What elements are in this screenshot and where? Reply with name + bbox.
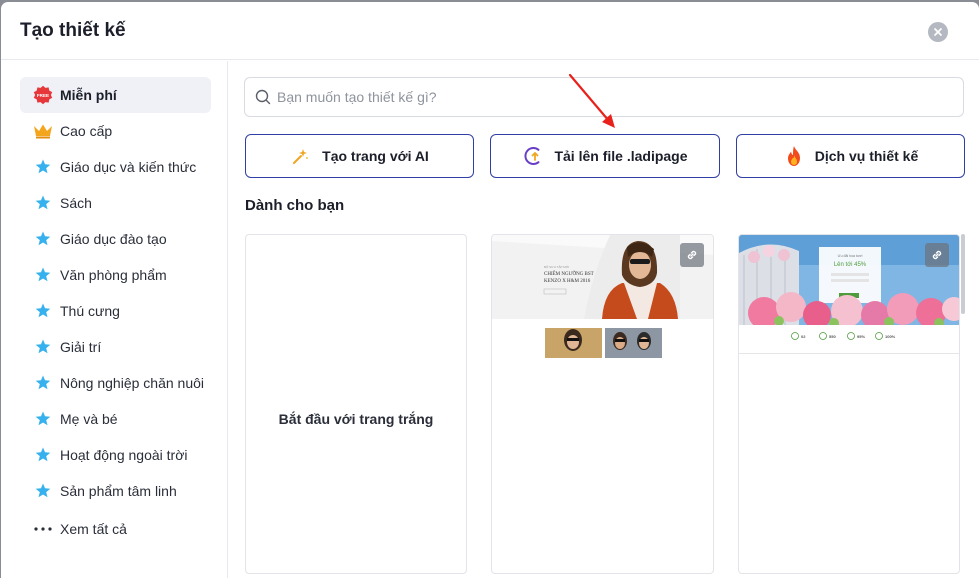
sidebar-item-label: Văn phòng phẩm (60, 267, 167, 283)
star-icon (32, 192, 54, 214)
sidebar-item-me-va-be[interactable]: Mẹ và bé (20, 401, 211, 437)
sidebar-item-cao-cap[interactable]: Cao cấp (20, 113, 211, 149)
free-badge-text: FREE (37, 93, 49, 98)
sidebar-item-label: Hoạt động ngoài trời (60, 447, 188, 463)
free-badge-icon: FREE (32, 84, 54, 106)
create-with-ai-button[interactable]: Tạo trang với AI (245, 134, 474, 178)
link-icon (932, 250, 942, 260)
sidebar-item-label: Mẹ và bé (60, 411, 118, 427)
sidebar-item-thu-cung[interactable]: Thú cưng (20, 293, 211, 329)
fire-icon (783, 145, 805, 167)
sidebar-item-label: Cao cấp (60, 123, 113, 139)
sidebar-item-label: Sản phẩm tâm linh (60, 483, 177, 499)
star-icon (32, 264, 54, 286)
link-button[interactable] (680, 243, 704, 267)
template-card-fashion[interactable]: BỘ SƯU TẬP MỚI CHIÊM NGƯỠNG BST KENZO X … (491, 234, 714, 574)
flower-stat: 100% (885, 334, 896, 339)
sidebar-item-label: Giáo dục và kiến thức (60, 159, 197, 175)
design-service-label: Dịch vụ thiết kế (814, 148, 919, 164)
content-scrollbar[interactable] (961, 234, 965, 314)
star-icon (32, 336, 54, 358)
main-content: Tạo trang với AI Tải lên file .ladipage … (229, 61, 979, 578)
search-input[interactable] (277, 89, 937, 105)
sidebar-item-san-pham-tam-linh[interactable]: Sản phẩm tâm linh (20, 473, 211, 509)
link-button[interactable] (925, 243, 949, 267)
fashion-headline-1: CHIÊM NGƯỠNG BST (544, 271, 594, 277)
close-icon (934, 28, 942, 36)
section-title: Dành cho bạn (245, 197, 345, 214)
modal-title: Tạo thiết kế (20, 20, 126, 41)
design-service-button[interactable]: Dịch vụ thiết kế (736, 134, 965, 178)
modal-header: Tạo thiết kế (1, 2, 979, 60)
star-icon (32, 300, 54, 322)
close-button[interactable] (928, 22, 948, 42)
link-icon (687, 250, 697, 260)
sidebar-item-mien-phi[interactable]: FREE Miễn phí (20, 77, 211, 113)
flower-subheading: Ưu đãi hoa tươi (838, 254, 863, 258)
blank-template-card[interactable]: Bắt đầu với trang trắng (245, 234, 467, 574)
more-dots-icon (32, 518, 54, 540)
sparkle-wand-icon (290, 145, 312, 167)
star-icon (32, 156, 54, 178)
star-icon (32, 444, 54, 466)
category-sidebar: FREE Miễn phí Cao cấp Giáo dục và kiến t… (1, 61, 228, 578)
sidebar-item-giao-duc-dao-tao[interactable]: Giáo dục đào tạo (20, 221, 211, 257)
sidebar-item-sach[interactable]: Sách (20, 185, 211, 221)
search-box[interactable] (244, 77, 964, 117)
sidebar-item-xem-tat-ca[interactable]: Xem tất cả (20, 511, 211, 547)
sidebar-item-label: Sách (60, 195, 92, 211)
sidebar-item-giai-tri[interactable]: Giải trí (20, 329, 211, 365)
upload-ladipage-label: Tải lên file .ladipage (554, 148, 688, 164)
sidebar-item-label: Nông nghiệp chăn nuôi (60, 375, 205, 391)
upload-icon (522, 145, 544, 167)
sidebar-item-label: Thú cưng (60, 303, 120, 319)
search-icon (255, 89, 271, 105)
star-icon (32, 228, 54, 250)
sidebar-item-nong-nghiep-chan-nuoi[interactable]: Nông nghiệp chăn nuôi (20, 365, 211, 401)
fashion-subtitle: BỘ SƯU TẬP MỚI (544, 264, 569, 269)
sidebar-item-hoat-dong-ngoai-troi[interactable]: Hoạt động ngoài trời (20, 437, 211, 473)
sidebar-item-van-phong-pham[interactable]: Văn phòng phẩm (20, 257, 211, 293)
sidebar-item-label: Xem tất cả (60, 521, 127, 537)
star-icon (32, 480, 54, 502)
sidebar-item-giao-duc-va-kien-thuc[interactable]: Giáo dục và kiến thức (20, 149, 211, 185)
flower-stat: 95% (857, 334, 865, 339)
create-design-modal: Tạo thiết kế FREE Miễn phí Cao cấp Giáo … (1, 2, 979, 578)
sidebar-item-label: Giáo dục đào tạo (60, 231, 167, 247)
star-icon (32, 372, 54, 394)
crown-icon (32, 120, 54, 142)
blank-template-label: Bắt đầu với trang trắng (278, 411, 434, 427)
flower-heading: Lên tới 45% (834, 262, 867, 268)
flower-stat: 550 (829, 334, 836, 339)
sidebar-item-label: Miễn phí (60, 87, 117, 103)
star-icon (32, 408, 54, 430)
fashion-headline-2: KENZO X H&M 2016 (544, 279, 591, 284)
upload-ladipage-button[interactable]: Tải lên file .ladipage (490, 134, 720, 178)
flower-stat: 02 (801, 334, 806, 339)
template-card-flower[interactable]: Ưu đãi hoa tươi Lên tới 45% 02 550 95% 1… (738, 234, 960, 574)
create-with-ai-label: Tạo trang với AI (322, 148, 429, 164)
sidebar-item-label: Giải trí (60, 339, 102, 355)
